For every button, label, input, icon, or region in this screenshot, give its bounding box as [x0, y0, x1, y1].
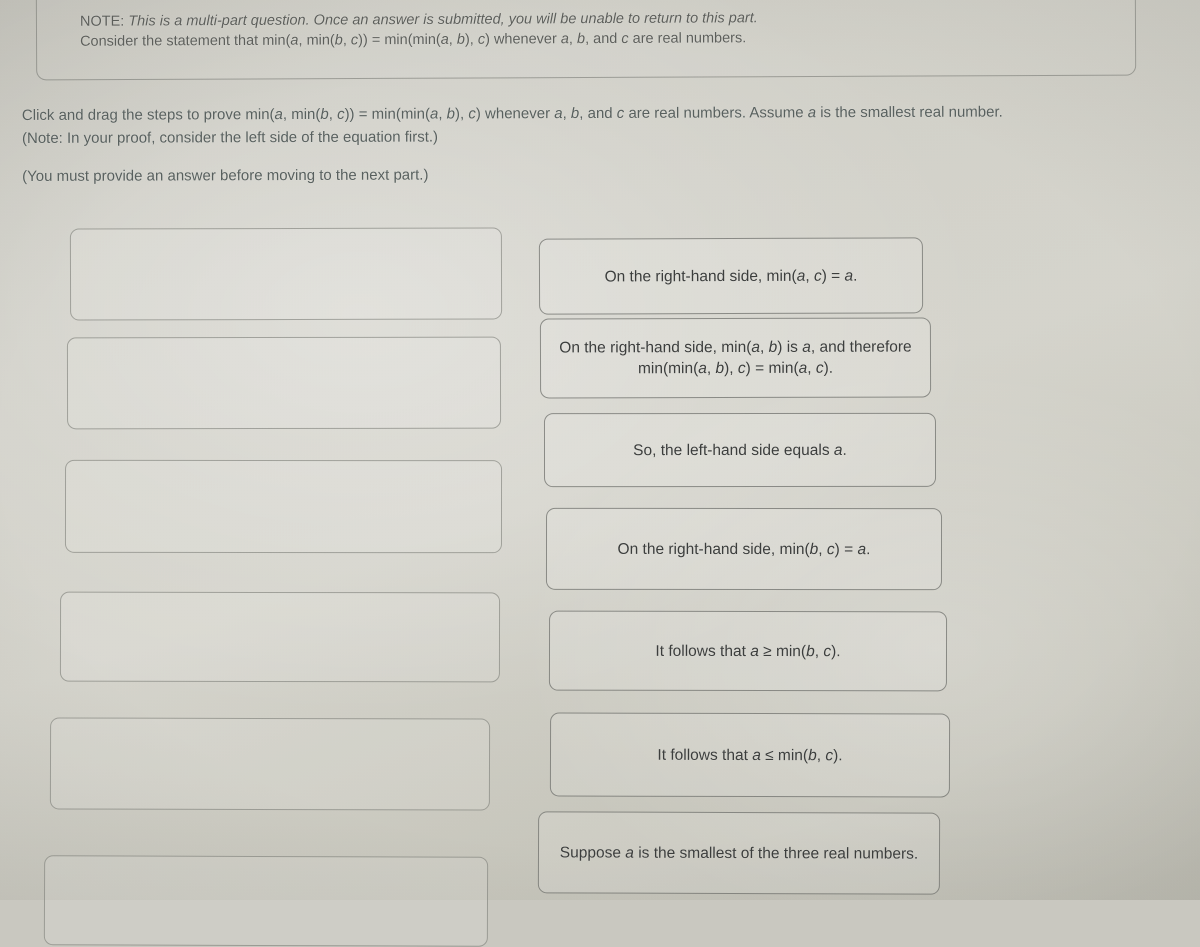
step-card-5[interactable]: It follows that a ≥ min(b, c). [548, 610, 948, 692]
step-card-label: It follows that a ≥ min(b, c). [655, 642, 841, 660]
step-card-label: So, the left-hand side equals a. [633, 441, 847, 459]
step-card-label: It follows that a ≤ min(b, c). [657, 746, 843, 764]
step-card-2[interactable]: On the right-hand side, min(a, b) is a, … [539, 317, 932, 399]
step-card-1[interactable]: On the right-hand side, min(a, c) = a. [538, 237, 924, 315]
step-card-label: On the right-hand side, min(b, c) = a. [617, 540, 871, 558]
step-card-label: Suppose a is the smallest of the three r… [559, 843, 919, 863]
step-card-label: On the right-hand side, min(a, c) = a. [604, 267, 858, 285]
step-card-6[interactable]: It follows that a ≤ min(b, c). [549, 712, 951, 798]
step-bank-column: On the right-hand side, min(a, c) = a. O… [0, 0, 1000, 900]
question-page: NOTE: This is a multi-part question. Onc… [0, 0, 1200, 947]
step-card-4[interactable]: On the right-hand side, min(b, c) = a. [545, 507, 943, 591]
step-card-3[interactable]: So, the left-hand side equals a. [543, 412, 937, 488]
step-card-label: On the right-hand side, min(a, b) is a, … [559, 338, 912, 378]
step-card-7[interactable]: Suppose a is the smallest of the three r… [537, 811, 941, 895]
